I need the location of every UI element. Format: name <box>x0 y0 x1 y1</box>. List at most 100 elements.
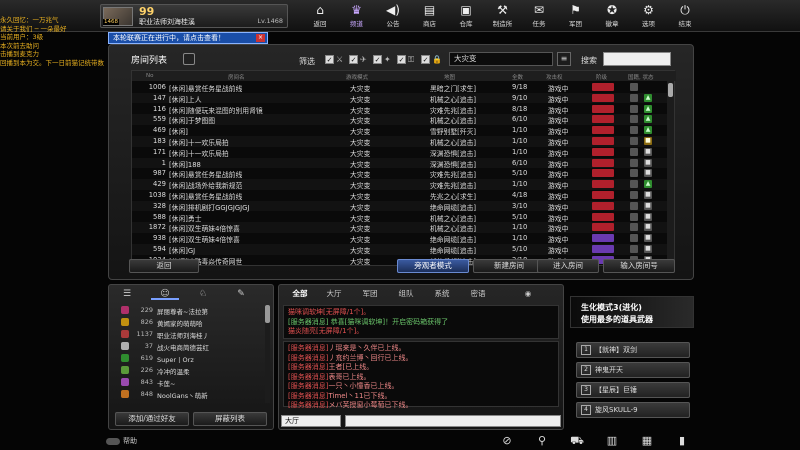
gift-icon[interactable]: ▥ <box>605 434 619 447</box>
add-friend-button[interactable]: 添加/通过好友 <box>115 412 189 426</box>
filter-checkbox[interactable]: ✓ ⚔ <box>325 55 347 65</box>
chat-tab[interactable]: ◉ <box>513 288 543 300</box>
refresh-icon[interactable] <box>183 53 195 65</box>
table-row[interactable]: 1 [休闲]188 大灾变 深渊恐惧[追击] 6/10 游戏中 ■ <box>132 157 668 169</box>
checkbox-icon[interactable]: ✓ <box>325 55 334 64</box>
calendar-icon[interactable]: ▦ <box>640 434 654 447</box>
scrollbar[interactable] <box>667 81 674 265</box>
mode-select[interactable]: 大灾变 <box>449 52 553 66</box>
enter-room-number-button[interactable]: 输入房间号 <box>603 259 675 273</box>
overlay-line: 请关于我们 ─ 一朵最好 <box>0 24 67 33</box>
tab-clan-icon[interactable]: ♘ <box>189 288 217 300</box>
nav-back[interactable]: ⌂ 返回 <box>302 2 338 30</box>
compass-icon[interactable]: ⊘ <box>500 434 514 447</box>
chat-tab[interactable]: 大厅 <box>319 288 349 300</box>
chat-tab[interactable]: 军团 <box>355 288 385 300</box>
chat-tab[interactable]: 全部 <box>285 288 315 300</box>
list-item[interactable]: 843 卡莲~ <box>115 377 263 388</box>
checkbox-icon[interactable]: ✓ <box>421 55 430 64</box>
list-item[interactable]: 1137 职业法师刘海桂丿 <box>115 329 263 340</box>
chat-input[interactable] <box>345 415 561 427</box>
list-item[interactable]: 226 冷冲的温柔 <box>115 365 263 376</box>
room-count: 1/10 <box>512 223 528 232</box>
room-name: [休闲]战场外给我新规范 <box>169 182 243 191</box>
weapon-option[interactable]: 4 旋风SKULL-9 <box>576 402 690 418</box>
join-room-button[interactable]: 进入房间 <box>537 259 599 273</box>
help-toggle[interactable]: 帮助 <box>106 436 137 446</box>
table-row[interactable]: 1038 [休闲]悬赏任务星战前线 大灾变 先兆之心[求生] 4/18 游戏中 ■ <box>132 190 668 201</box>
table-row[interactable]: 588 [休闲]勇士 大灾变 机械之心[追击] 5/10 游戏中 ■ <box>132 212 668 223</box>
nav-mission[interactable]: ✉ 任务 <box>521 2 557 30</box>
scroll-thumb[interactable] <box>265 305 270 323</box>
table-row[interactable]: 429 [休闲]战场外给我新规范 大灾变 灾难先兆[追击] 1/10 游戏中 ▲ <box>132 179 668 190</box>
create-room-button[interactable]: 新建房间 <box>473 259 545 273</box>
nav-factory[interactable]: ⚒ 制造所 <box>485 2 521 30</box>
weapon-option[interactable]: 2 神鬼开天 <box>576 362 690 378</box>
filter-checkbox[interactable]: ✓ 🔒 <box>421 55 443 65</box>
rank-badge <box>592 83 614 91</box>
nav-options[interactable]: ⚙ 选项 <box>631 2 667 30</box>
toggle-icon[interactable] <box>106 437 120 445</box>
weapon-option[interactable]: 1 【就神】双剑 <box>576 342 690 358</box>
friend-level: 37 <box>144 342 153 350</box>
nav-channel[interactable]: ♛ 频道 <box>339 2 375 30</box>
list-item[interactable]: 826 黄嫣家的萌萌哈 <box>115 317 263 328</box>
back-button[interactable]: 返回 <box>129 259 199 273</box>
nav-badge[interactable]: ✪ 徽章 <box>594 2 630 30</box>
mode-banner[interactable]: 生化模式3(进化) 使用最多的道具武器 <box>570 296 694 328</box>
table-row[interactable]: 171 [休闲]十一欢乐局拍 大灾变 深渊恐惧[追击] 1/10 游戏中 ■ <box>132 147 668 158</box>
table-row[interactable]: 1006 [休闲]悬赏任务星战前线 大灾变 黑暗之门[求生] 9/18 游戏中 <box>132 82 668 93</box>
search-input[interactable] <box>603 52 671 66</box>
filter-checkbox[interactable]: ✓ ✈ <box>349 55 371 65</box>
room-count: 9/10 <box>512 93 528 102</box>
battery-icon[interactable]: ▮ <box>675 434 689 447</box>
list-item[interactable]: 37 战火电商简德芸红 <box>115 341 263 352</box>
chat-tag: [服务器消息] <box>288 372 329 381</box>
filter-checkbox[interactable]: ✓ ✦ <box>373 55 395 65</box>
nav-shop[interactable]: ▤ 商店 <box>412 2 448 30</box>
list-icon[interactable]: ≡ <box>557 52 571 66</box>
table-row[interactable]: 938 [休闲]双生萌妹4倍惊喜 大灾变 绝命网缆[追击] 1/10 游戏中 ■ <box>132 233 668 244</box>
table-row[interactable]: 1872 [休闲]双生萌妹4倍惊喜 大灾变 机械之心[追击] 1/10 游戏中 ■ <box>132 222 668 233</box>
spectator-mode-button[interactable]: 旁观者模式 <box>397 259 469 273</box>
chat-tab[interactable]: 系统 <box>427 288 457 300</box>
cart-icon[interactable]: ⛟ <box>570 434 584 447</box>
filter-checkbox[interactable]: ✓ ⚿ <box>397 55 419 65</box>
table-row[interactable]: 559 [休闲]于梦图图 大灾变 机械之心[追击] 6/10 游戏中 ▲ <box>132 114 668 125</box>
friend-level: 826 <box>140 318 153 326</box>
tab-friends-icon[interactable]: ☺ <box>151 288 179 300</box>
close-icon[interactable]: × <box>256 34 265 42</box>
list-item[interactable]: 229 屏丽尊者~法拉第 <box>115 305 263 316</box>
nav-clan[interactable]: ⚑ 军团 <box>558 2 594 30</box>
list-item[interactable]: 619 Super丨Orz <box>115 353 263 364</box>
list-item[interactable]: 848 NoolGans丶萌新 <box>115 389 263 400</box>
chat-tab[interactable]: 密语 <box>463 288 493 300</box>
nav-storage[interactable]: ▣ 仓库 <box>448 2 484 30</box>
table-row[interactable]: 328 [休闲]排机剧打GGJGJGJGJ 大灾变 绝命网缆[追击] 3/10 游戏中 ■ <box>132 200 668 212</box>
checkbox-icon[interactable]: ✓ <box>349 55 358 64</box>
table-row[interactable]: 147 [休闲]上人 大灾变 机械之心[追击] 9/10 游戏中 ▲ <box>132 92 668 104</box>
table-row[interactable]: 116 [休闲]随便玩来混图的别用肾镜 大灾变 灾难先兆[追击] 8/18 游戏中 ▲ <box>132 104 668 115</box>
room-map: 黑暗之门[求生] <box>430 85 477 93</box>
checkbox-icon[interactable]: ✓ <box>397 55 406 64</box>
table-row[interactable]: 469 [休闲] 大灾变 雪野别墅[歼灭] 1/10 游戏中 ▲ <box>132 125 668 136</box>
table-row[interactable]: 183 [休闲]十一欢乐局拍 大灾变 机械之心[追击] 1/10 游戏中 ■ <box>132 136 668 147</box>
block-list-button[interactable]: 屏蔽列表 <box>193 412 267 426</box>
nav-exit[interactable]: ⏻ 结束 <box>667 2 703 30</box>
table-row[interactable]: 987 [休闲]悬赏任务星战前线 大灾变 灾难先兆[追击] 5/10 游戏中 ■ <box>132 168 668 179</box>
weapon-option[interactable]: 3 【星辰】巨锤 <box>576 382 690 398</box>
table-row[interactable]: 594 [休闲]GJ 大灾变 绝命网缆[追击] 5/10 游戏中 ■ <box>132 244 668 255</box>
search-icon[interactable]: ⚲ <box>535 434 549 447</box>
notice-banner[interactable]: 本轮联赛正在进行中，请点击查看！ × <box>108 32 268 44</box>
friend-scrollbar[interactable] <box>265 305 270 403</box>
tab-list-icon[interactable]: ☰ <box>113 288 141 300</box>
nav-notice[interactable]: ◀) 公告 <box>375 2 411 30</box>
chat-tab[interactable]: 组队 <box>391 288 421 300</box>
scroll-thumb[interactable] <box>668 83 673 97</box>
room-map: 机械之心[追击] <box>430 117 477 126</box>
chat-channel-select[interactable]: 大厅 <box>281 415 341 427</box>
friend-name: 屏丽尊者~法拉第 <box>157 308 208 316</box>
tab-edit-icon[interactable]: ✎ <box>227 288 255 300</box>
checkbox-icon[interactable]: ✓ <box>373 55 382 64</box>
room-map: 机械之心[追击] <box>430 139 477 147</box>
